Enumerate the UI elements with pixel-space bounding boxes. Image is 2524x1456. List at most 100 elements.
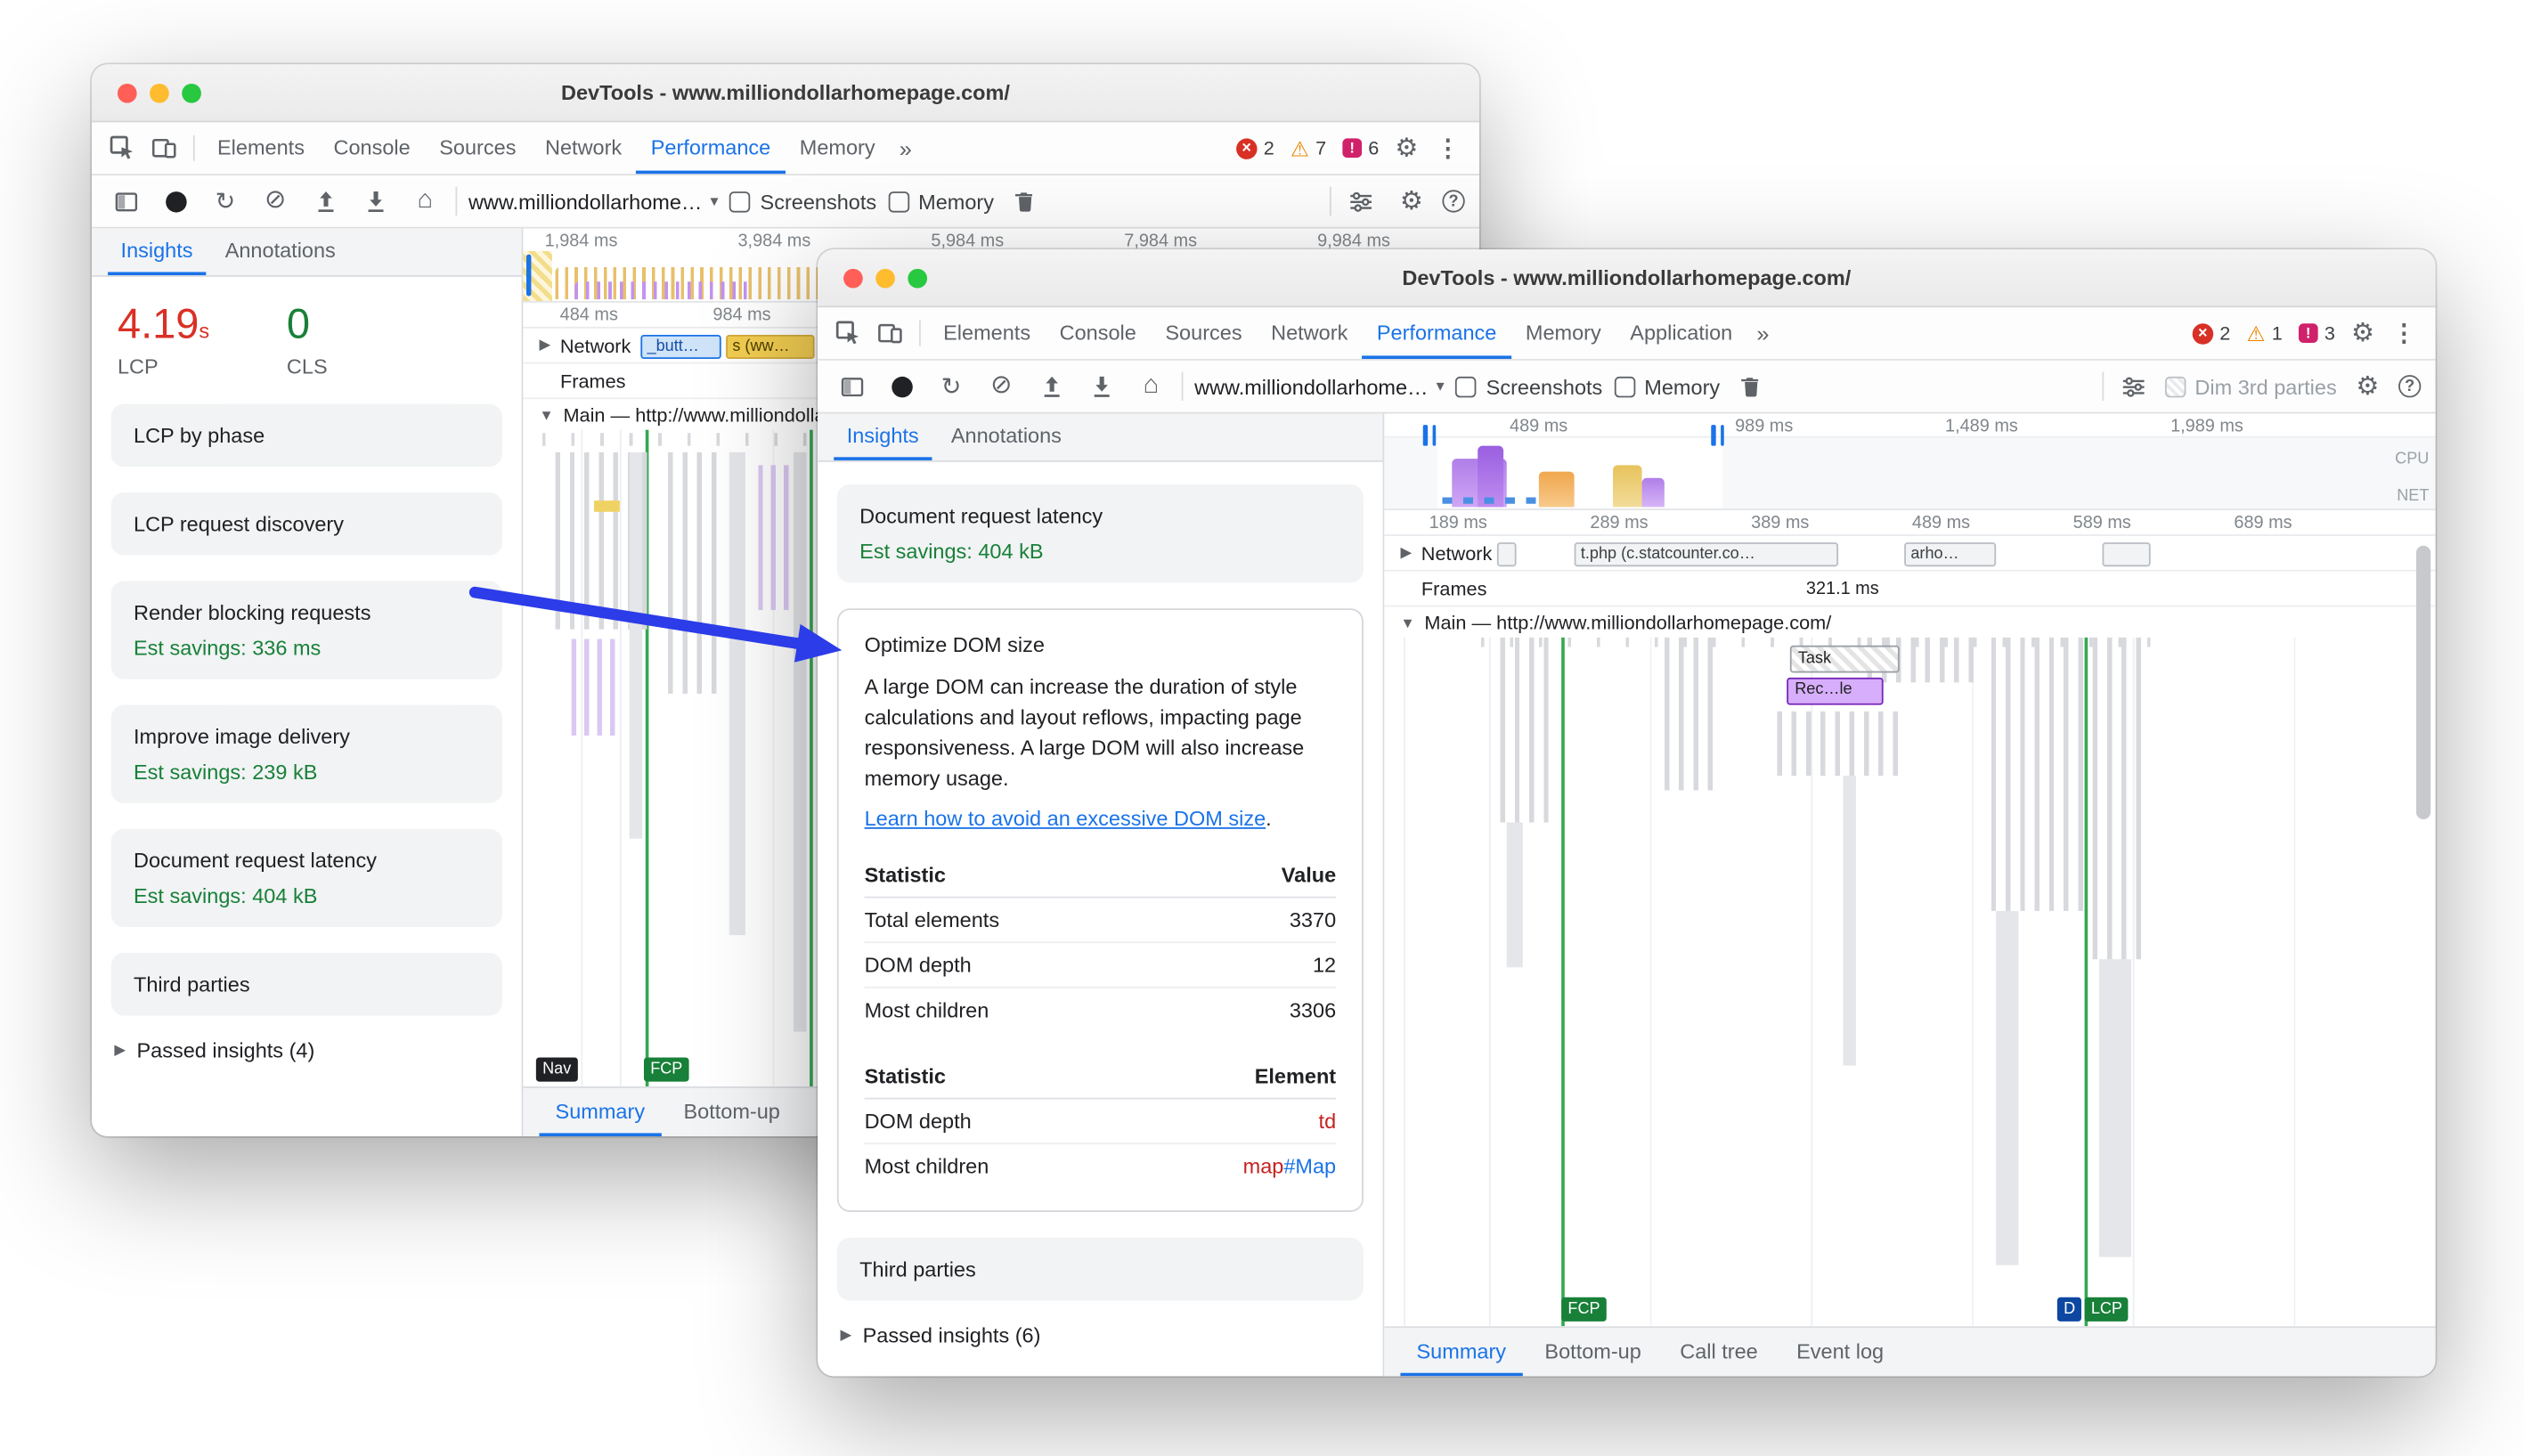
frames-track[interactable]: Frames 321.1 ms	[1384, 572, 2436, 607]
element-link[interactable]: td	[1319, 1109, 1337, 1133]
download-profile-icon[interactable]	[355, 182, 394, 220]
inspect-icon[interactable]	[827, 313, 869, 354]
recalculate-style-chip[interactable]: Rec…le	[1787, 677, 1884, 705]
insight-card-optimize-dom[interactable]: Optimize DOM size A large DOM can increa…	[836, 608, 1364, 1212]
memory-toggle[interactable]: Memory	[887, 189, 994, 213]
capture-settings-gear-icon[interactable]	[1392, 185, 1431, 217]
upload-profile-icon[interactable]	[305, 182, 344, 220]
clear-icon[interactable]	[982, 367, 1021, 405]
cpu-overview-strip[interactable]: CPU NET	[1384, 425, 2436, 509]
tab-sources[interactable]: Sources	[1151, 307, 1257, 359]
flame-settings-icon[interactable]	[1342, 182, 1380, 220]
tab-bottom-up[interactable]: Bottom-up	[1528, 1328, 1657, 1376]
flame-chart[interactable]: Task Rec…le FCP D LCP	[1384, 637, 2436, 1327]
close-button[interactable]	[843, 267, 863, 288]
tab-annotations[interactable]: Annotations	[938, 414, 1074, 460]
insight-card-third-parties[interactable]: Third parties	[110, 952, 502, 1016]
issues-badge[interactable]: 6	[1334, 137, 1387, 159]
tab-sources[interactable]: Sources	[425, 122, 531, 174]
tab-insights[interactable]: Insights	[108, 229, 207, 276]
reload-record-icon[interactable]	[206, 182, 244, 220]
tab-console[interactable]: Console	[1045, 307, 1151, 359]
memory-toggle[interactable]: Memory	[1613, 374, 1720, 398]
overview-selection-handle[interactable]	[526, 254, 532, 297]
help-icon[interactable]	[2398, 375, 2422, 398]
device-toolbar-icon[interactable]	[143, 127, 185, 169]
page-select[interactable]: www.milliondollarhome…	[468, 189, 719, 213]
record-icon[interactable]	[882, 367, 920, 405]
network-request-chip[interactable]	[1496, 542, 1517, 567]
dim-third-parties-checkbox[interactable]	[2164, 376, 2186, 397]
network-request-chip[interactable]	[2102, 542, 2151, 567]
toggle-sidebar-icon[interactable]	[832, 367, 870, 405]
passed-insights-toggle[interactable]: Passed insights (6)	[818, 1300, 1382, 1370]
home-icon[interactable]	[405, 182, 444, 220]
learn-more-link[interactable]: Learn how to avoid an excessive DOM size	[865, 807, 1266, 831]
vertical-scrollbar[interactable]	[2414, 530, 2432, 1312]
tab-performance[interactable]: Performance	[636, 122, 786, 175]
task-event-chip[interactable]: Task	[1789, 645, 1900, 673]
passed-insights-toggle[interactable]: Passed insights (4)	[92, 1015, 522, 1085]
zoom-button[interactable]	[908, 267, 928, 288]
clear-icon[interactable]	[256, 182, 294, 220]
minimize-button[interactable]	[875, 267, 895, 288]
page-select[interactable]: www.milliondollarhome…	[1194, 374, 1445, 398]
network-request-chip[interactable]: t.php (c.statcounter.co…	[1574, 542, 1839, 567]
trash-icon[interactable]	[1731, 367, 1770, 405]
reload-record-icon[interactable]	[932, 367, 970, 405]
more-tabs-icon[interactable]: »	[1747, 321, 1779, 346]
element-link[interactable]: map#Map	[1243, 1154, 1337, 1178]
selection-handle-left[interactable]	[1422, 425, 1437, 446]
help-icon[interactable]	[1442, 190, 1465, 213]
network-request-chip[interactable]: s (ww…	[726, 334, 815, 360]
tab-insights[interactable]: Insights	[834, 414, 932, 460]
tab-summary[interactable]: Summary	[1400, 1328, 1523, 1377]
cls-metric[interactable]: 0 CLS	[287, 299, 328, 378]
tab-elements[interactable]: Elements	[929, 307, 1046, 359]
tab-bottom-up[interactable]: Bottom-up	[667, 1088, 796, 1136]
tab-memory[interactable]: Memory	[1511, 307, 1616, 359]
network-request-chip[interactable]: _butt…	[640, 334, 721, 360]
settings-gear-icon[interactable]	[1387, 132, 1426, 164]
warnings-badge[interactable]: 1	[2238, 321, 2290, 344]
errors-badge[interactable]: 2	[2185, 321, 2239, 345]
insight-card-third-parties[interactable]: Third parties	[836, 1237, 1364, 1301]
selection-handle-right[interactable]	[1711, 425, 1724, 446]
toggle-sidebar-icon[interactable]	[106, 182, 144, 220]
tab-annotations[interactable]: Annotations	[212, 229, 348, 275]
upload-profile-icon[interactable]	[1032, 367, 1071, 405]
main-thread-track[interactable]: Main — http://www.milliondollarhomepage.…	[1384, 606, 2435, 637]
insight-card-lcp-by-phase[interactable]: LCP by phase	[110, 403, 502, 468]
scrollbar-thumb[interactable]	[2415, 545, 2431, 819]
more-tabs-icon[interactable]: »	[890, 135, 922, 161]
memory-checkbox[interactable]	[887, 191, 909, 212]
minimize-button[interactable]	[150, 83, 169, 102]
insight-card-lcp-request-discovery[interactable]: LCP request discovery	[110, 492, 502, 556]
screenshots-toggle[interactable]: Screenshots	[1455, 374, 1602, 398]
screenshots-checkbox[interactable]	[729, 191, 751, 212]
network-track[interactable]: Network t.php (c.statcounter.co… arho…	[1384, 536, 2436, 572]
insight-card-doc-latency[interactable]: Document request latency Est savings: 40…	[110, 828, 502, 928]
inspect-icon[interactable]	[102, 127, 143, 169]
download-profile-icon[interactable]	[1082, 367, 1120, 405]
tab-application[interactable]: Application	[1616, 307, 1747, 359]
screenshots-checkbox[interactable]	[1455, 376, 1477, 397]
record-icon[interactable]	[156, 182, 194, 220]
flame-settings-icon[interactable]	[2114, 367, 2153, 405]
zoom-button[interactable]	[182, 83, 201, 102]
tab-summary[interactable]: Summary	[539, 1088, 662, 1137]
warnings-badge[interactable]: 7	[1282, 137, 1334, 159]
insight-card-render-blocking[interactable]: Render blocking requests Est savings: 33…	[110, 581, 502, 679]
screenshots-toggle[interactable]: Screenshots	[729, 189, 876, 213]
dim-third-parties-toggle[interactable]: Dim 3rd parties	[2164, 374, 2337, 398]
lcp-metric[interactable]: 4.19s LCP	[118, 299, 209, 378]
tab-call-tree[interactable]: Call tree	[1664, 1328, 1774, 1376]
issues-badge[interactable]: 3	[2291, 321, 2343, 345]
network-request-chip[interactable]: arho…	[1904, 542, 1997, 567]
timeline-overview[interactable]: 489 ms 989 ms 1,489 ms 1,989 ms CPU NET	[1384, 414, 2436, 510]
tab-event-log[interactable]: Event log	[1780, 1328, 1900, 1376]
tab-memory[interactable]: Memory	[786, 122, 890, 174]
tab-console[interactable]: Console	[319, 122, 425, 174]
device-toolbar-icon[interactable]	[869, 313, 911, 354]
home-icon[interactable]	[1132, 367, 1170, 405]
